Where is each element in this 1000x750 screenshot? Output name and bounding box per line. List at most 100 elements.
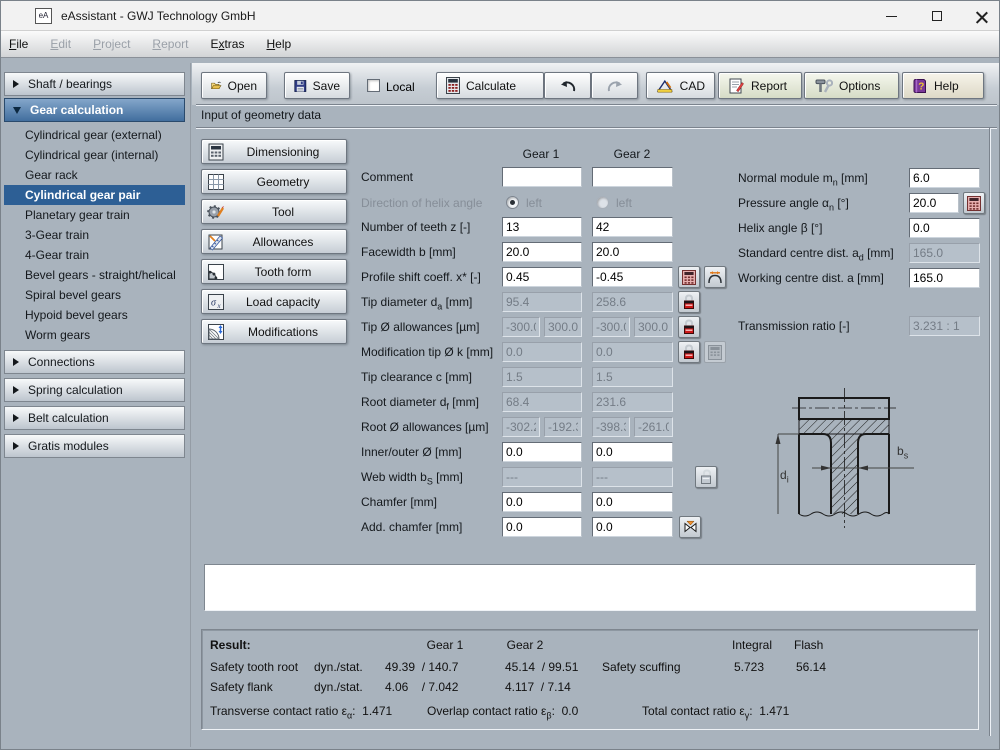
load-capacity-button[interactable]: σx Load capacity	[201, 289, 347, 314]
help-button[interactable]: ? Help	[902, 72, 984, 99]
sidebar-section-shaft-bearings[interactable]: Shaft / bearings	[4, 72, 185, 96]
sidebar-item-worm-gears[interactable]: Worm gears	[4, 325, 185, 345]
tool-gear-pencil-icon	[207, 203, 225, 221]
minimize-button[interactable]	[869, 1, 914, 31]
profile-shift-distribution-button[interactable]	[704, 266, 726, 288]
safety-flank-label: Safety flank	[210, 680, 273, 694]
tool-button[interactable]: Tool	[201, 199, 347, 224]
save-button[interactable]: Save	[284, 72, 350, 99]
help-book-icon: ?	[912, 78, 928, 94]
save-floppy-icon	[294, 78, 307, 94]
options-button[interactable]: Options	[804, 72, 899, 99]
root-allowance-gear2-lower-field	[592, 417, 630, 437]
menu-help[interactable]: Help	[266, 37, 291, 51]
add-chamfer-gear2-input[interactable]	[592, 517, 673, 537]
profile-shift-gear1-input[interactable]	[502, 267, 582, 287]
add-chamfer-gear1-input[interactable]	[502, 517, 582, 537]
sidebar-item-hypoid-bevel-gears[interactable]: Hypoid bevel gears	[4, 305, 185, 325]
pressure-angle-input[interactable]	[909, 193, 959, 213]
sidebar-section-spring-calculation[interactable]: Spring calculation	[4, 378, 185, 402]
report-button[interactable]: Report	[718, 72, 802, 99]
tip-allowance-gear2-lower-field	[592, 317, 630, 337]
comment-gear1-input[interactable]	[502, 167, 582, 187]
menu-report: Report	[152, 37, 188, 51]
status-separator	[196, 127, 997, 129]
add-chamfer-label: Add. chamfer [mm]	[361, 520, 462, 534]
tooth-form-button[interactable]: Tooth form	[201, 259, 347, 284]
menu-extras[interactable]: Extras	[210, 37, 244, 51]
standard-centre-distance-field	[909, 243, 980, 263]
undo-button[interactable]	[544, 72, 591, 99]
add-chamfer-diagram-button[interactable]	[679, 516, 701, 538]
sidebar-section-connections[interactable]: Connections	[4, 350, 185, 374]
teeth-gear1-input[interactable]	[502, 217, 582, 237]
helix-angle-input[interactable]	[909, 218, 980, 238]
menu-project: Project	[93, 37, 130, 51]
chevron-right-icon	[13, 414, 19, 422]
sidebar-item-3-gear-train[interactable]: 3-Gear train	[4, 225, 185, 245]
modification-tip-lock-button[interactable]	[678, 341, 700, 363]
sidebar-section-gear-calculation[interactable]: Gear calculation	[4, 98, 185, 122]
comment-gear2-input[interactable]	[592, 167, 673, 187]
web-width-lock-button[interactable]	[695, 466, 717, 488]
working-centre-distance-input[interactable]	[909, 268, 980, 288]
tip-allowances-lock-button[interactable]	[678, 316, 700, 338]
profile-shift-calculator-button[interactable]	[678, 266, 700, 288]
helix-direction-gear1-option-label: left	[526, 196, 542, 210]
sidebar-item-4-gear-train[interactable]: 4-Gear train	[4, 245, 185, 265]
sidebar-item-cylindrical-gear-external[interactable]: Cylindrical gear (external)	[4, 125, 185, 145]
web-width-dim-label: bs	[897, 444, 908, 460]
sidebar-item-cylindrical-gear-internal[interactable]: Cylindrical gear (internal)	[4, 145, 185, 165]
chamfer-gear2-input[interactable]	[592, 492, 673, 512]
open-button[interactable]: Open	[201, 72, 267, 99]
helix-direction-gear1-radio[interactable]	[506, 196, 519, 209]
sidebar-item-spiral-bevel-gears[interactable]: Spiral bevel gears	[4, 285, 185, 305]
menu-bar: File Edit Project Report Extras Help	[1, 31, 999, 58]
cad-label: CAD	[680, 79, 705, 93]
sidebar-item-planetary-gear-train[interactable]: Planetary gear train	[4, 205, 185, 225]
local-checkbox[interactable]	[367, 79, 380, 92]
tip-clearance-gear2-field	[592, 367, 673, 387]
menu-file[interactable]: File	[9, 37, 28, 51]
teeth-gear2-input[interactable]	[592, 217, 673, 237]
maximize-button[interactable]	[914, 1, 959, 31]
sidebar-item-cylindrical-gear-pair[interactable]: Cylindrical gear pair	[4, 185, 185, 205]
gear2-column-header: Gear 2	[602, 147, 662, 161]
allowances-button[interactable]: Allowances	[201, 229, 347, 254]
sidebar-section-label: Shaft / bearings	[28, 77, 112, 91]
lock-closed-icon	[682, 294, 696, 310]
open-label: Open	[228, 79, 257, 93]
redo-button	[591, 72, 638, 99]
helix-direction-gear2-radio[interactable]	[596, 196, 609, 209]
dimensioning-button[interactable]: Dimensioning	[201, 139, 347, 164]
sidebar-section-label: Gratis modules	[28, 439, 109, 453]
calculate-button[interactable]: Calculate	[436, 72, 544, 99]
facewidth-gear1-input[interactable]	[502, 242, 582, 262]
tool-label: Tool	[225, 205, 341, 219]
chamfer-gear1-input[interactable]	[502, 492, 582, 512]
cad-button[interactable]: CAD	[646, 72, 715, 99]
geometry-button[interactable]: Geometry	[201, 169, 347, 194]
sidebar-item-gear-rack[interactable]: Gear rack	[4, 165, 185, 185]
pressure-angle-calculator-button[interactable]	[963, 192, 985, 214]
total-contact-ratio: Total contact ratio εγ: 1.471	[642, 704, 789, 720]
facewidth-gear2-input[interactable]	[592, 242, 673, 262]
modification-tip-label: Modification tip Ø k [mm]	[361, 345, 493, 359]
sidebar-section-gratis-modules[interactable]: Gratis modules	[4, 434, 185, 458]
inner-outer-gear2-input[interactable]	[592, 442, 673, 462]
profile-shift-gear2-input[interactable]	[592, 267, 673, 287]
tooth-form-gear-icon	[207, 263, 225, 281]
menu-edit: Edit	[50, 37, 71, 51]
svg-text:?: ?	[918, 81, 924, 92]
facewidth-label: Facewidth b [mm]	[361, 245, 456, 259]
sidebar-section-belt-calculation[interactable]: Belt calculation	[4, 406, 185, 430]
normal-module-input[interactable]	[909, 168, 980, 188]
modification-tip-gear1-field	[502, 342, 582, 362]
modifications-button[interactable]: Modifications	[201, 319, 347, 344]
root-allowances-label: Root Ø allowances [µm]	[361, 420, 489, 434]
tip-diameter-lock-button[interactable]	[678, 291, 700, 313]
inner-outer-gear1-input[interactable]	[502, 442, 582, 462]
close-button[interactable]	[959, 1, 1000, 31]
sidebar-item-bevel-gears[interactable]: Bevel gears - straight/helical	[4, 265, 185, 285]
sidebar-section-label: Gear calculation	[30, 103, 123, 117]
